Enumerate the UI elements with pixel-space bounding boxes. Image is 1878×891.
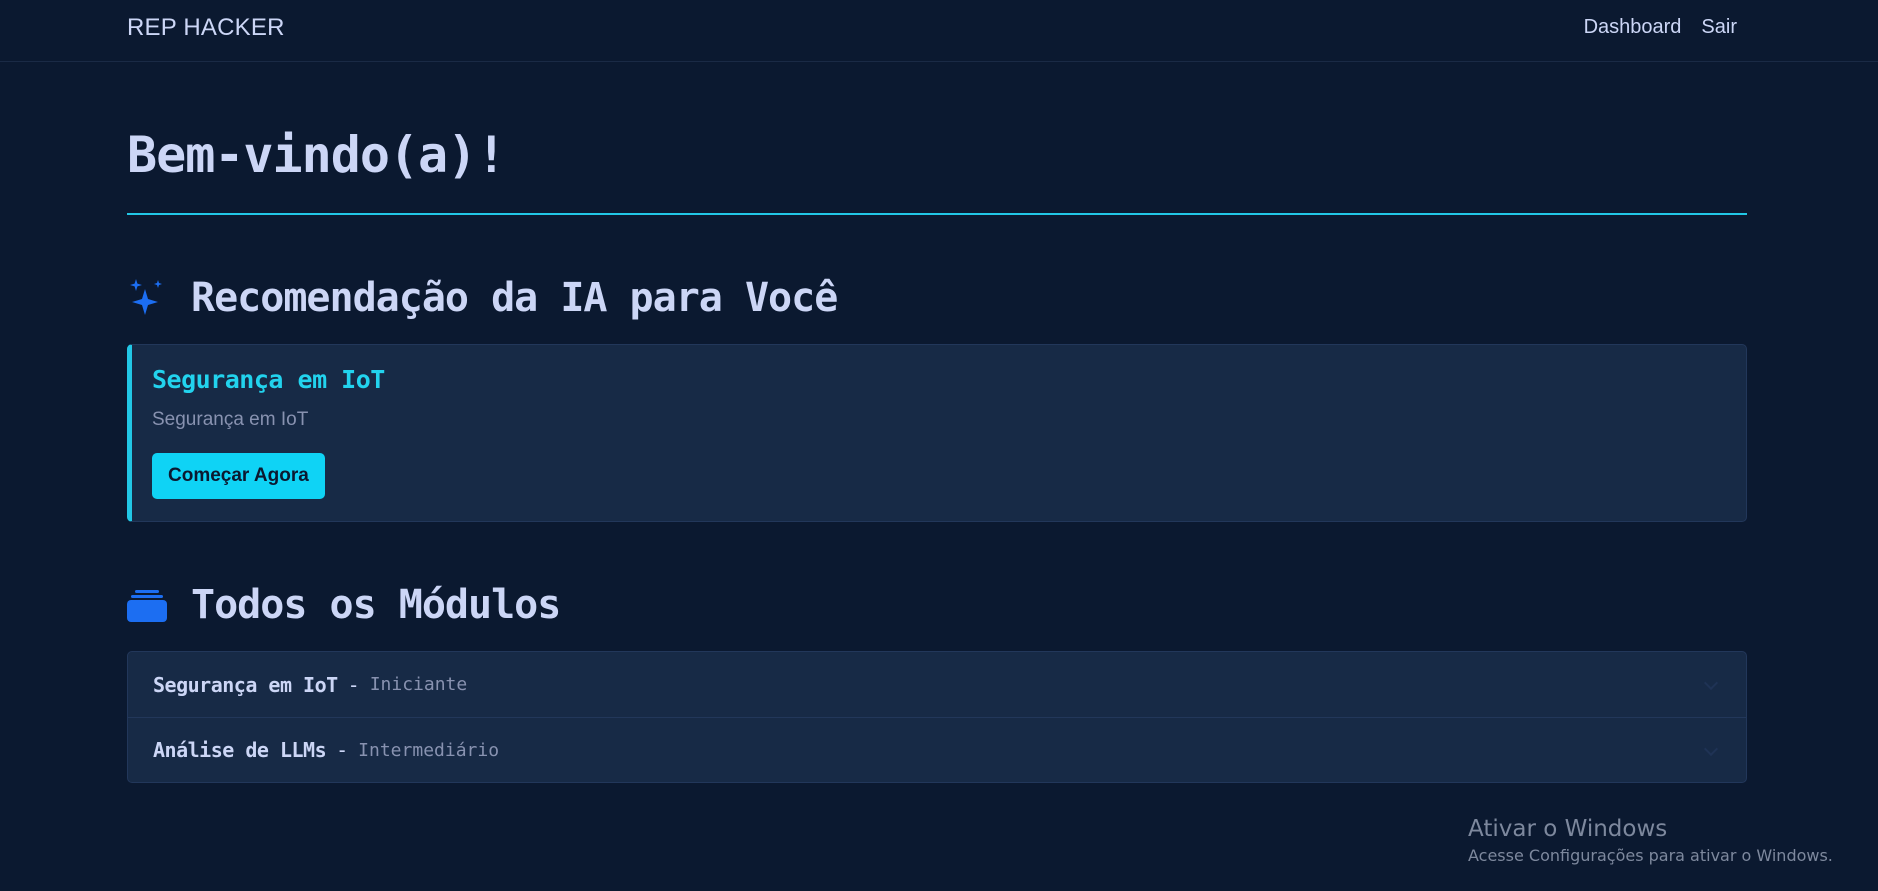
- navbar: REP HACKER Dashboard Sair: [0, 0, 1878, 62]
- recommendation-heading-text: Recomendação da IA para Você: [191, 275, 838, 321]
- stacked-folders-icon: [127, 583, 167, 627]
- modules-heading: Todos os Módulos: [127, 582, 561, 628]
- brand-logo-text[interactable]: REP HACKER: [127, 14, 285, 42]
- module-name: Análise de LLMs: [153, 738, 327, 762]
- recommendation-description: Segurança em IoT: [152, 409, 309, 430]
- windows-activation-watermark: Ativar o Windows Acesse Configurações pa…: [1468, 816, 1833, 865]
- nav-link-dashboard[interactable]: Dashboard: [1584, 16, 1682, 39]
- chevron-down-icon[interactable]: [1703, 741, 1719, 757]
- recommendation-card: Segurança em IoT Segurança em IoT Começa…: [127, 344, 1747, 522]
- chevron-down-icon[interactable]: [1703, 675, 1719, 691]
- watermark-title: Ativar o Windows: [1468, 816, 1668, 842]
- modules-list: Segurança em IoT - Iniciante Análise de …: [127, 651, 1747, 783]
- modules-heading-text: Todos os Módulos: [191, 582, 561, 628]
- watermark-subtitle: Acesse Configurações para ativar o Windo…: [1468, 846, 1833, 865]
- module-name: Segurança em IoT: [153, 672, 338, 697]
- module-level: Iniciante: [369, 674, 468, 695]
- recommendation-heading: Recomendação da IA para Você: [127, 275, 838, 321]
- module-level: Intermediário: [358, 739, 500, 761]
- module-item[interactable]: Segurança em IoT - Iniciante: [128, 652, 1746, 717]
- recommendation-title: Segurança em IoT: [152, 365, 385, 394]
- page-title: Bem-vindo(a)!: [127, 126, 506, 184]
- module-item[interactable]: Análise de LLMs - Intermediário: [128, 717, 1746, 782]
- nav-link-logout[interactable]: Sair: [1701, 16, 1737, 39]
- nav-links: Dashboard Sair: [1584, 16, 1737, 39]
- start-now-button[interactable]: Começar Agora: [152, 453, 325, 499]
- sparkles-icon: [127, 276, 167, 320]
- module-separator: -: [347, 672, 360, 697]
- title-divider: [127, 213, 1747, 215]
- module-separator: -: [336, 738, 349, 762]
